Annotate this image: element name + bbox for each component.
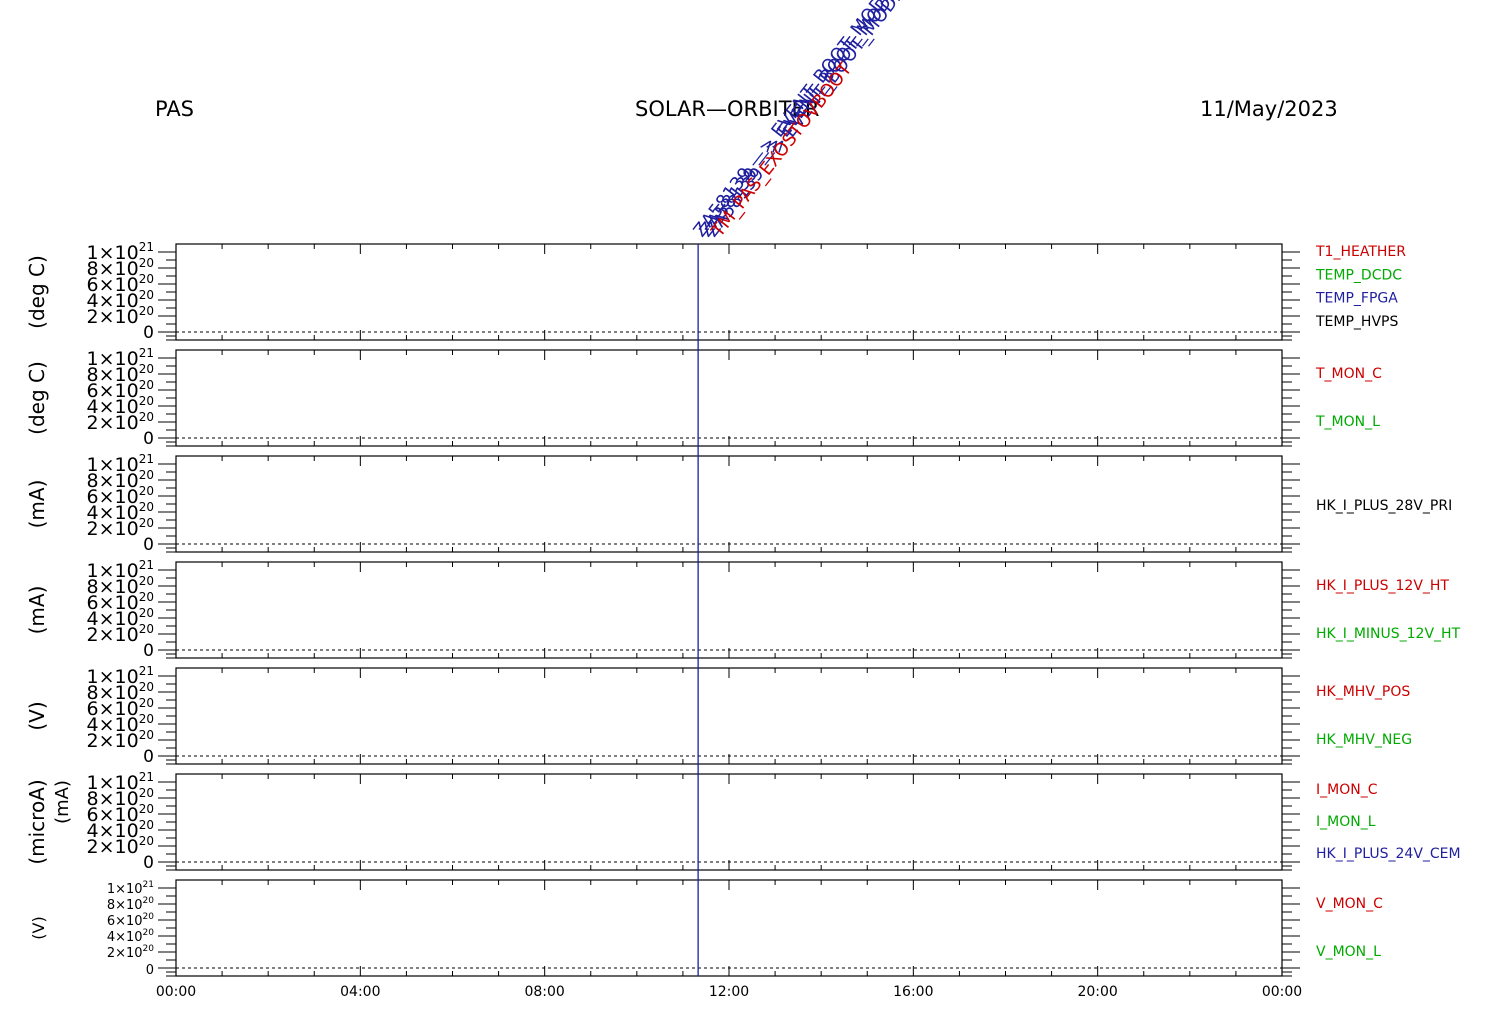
panel-5: 02×10204×10206×10208×10201×1021(V)HK_MHV… <box>25 664 1412 767</box>
y-tick-label: 0 <box>143 323 154 343</box>
y-tick-label: 2×1020 <box>107 944 154 961</box>
x-tick-label: 00:00 <box>1262 984 1302 1000</box>
x-tick-label: 20:00 <box>1077 984 1117 1000</box>
x-tick-label: 00:00 <box>156 984 196 1000</box>
series-label-hk-mhv-neg: HK_MHV_NEG <box>1316 732 1412 748</box>
y-axis-label: (deg C) <box>25 361 49 435</box>
y-tick-label: 0 <box>143 641 154 661</box>
panel-frame <box>175 667 1283 765</box>
x-tick-label: 04:00 <box>340 984 380 1000</box>
panel-frame <box>175 243 1283 341</box>
header-date: 11/May/2023 <box>1200 97 1338 121</box>
y-tick-label: 0 <box>143 747 154 767</box>
y-axis-label-secondary: (mA) <box>52 780 73 824</box>
x-tick-label: 08:00 <box>524 984 564 1000</box>
y-tick-label: 0 <box>143 853 154 873</box>
panel-frame <box>175 561 1283 659</box>
y-axis-label: (V) <box>29 916 48 939</box>
y-axis-label: (deg C) <box>25 255 49 329</box>
panel-frame <box>175 773 1283 871</box>
series-label-t-mon-l: T_MON_L <box>1315 414 1380 430</box>
panel-6: 02×10204×10206×10208×10201×1021(microA)(… <box>25 770 1461 873</box>
series-label-v-mon-c: V_MON_C <box>1316 896 1383 912</box>
series-label-hk-i-plus-28v-pri: HK_I_PLUS_28V_PRI <box>1316 498 1452 514</box>
y-tick-label: 8×1020 <box>107 896 154 913</box>
event-label: TM_PAS_EXOSTOVBOOT <box>707 58 857 242</box>
panel-3: 02×10204×10206×10208×10201×1021(mA) HK_I_… <box>25 452 1452 555</box>
series-label-hk-i-plus-12v-ht: HK_I_PLUS_12V_HT <box>1316 578 1449 594</box>
series-label-t1-heather: T1_HEATHER <box>1315 244 1406 260</box>
y-axis-label: (mA) <box>25 480 49 529</box>
panel-frame <box>175 879 1283 977</box>
series-label-v-mon-l: V_MON_L <box>1316 944 1381 960</box>
y-tick-label: 1×1021 <box>107 880 154 897</box>
y-axis-label: (microA) <box>25 779 49 864</box>
series-label-temp-dcdc: TEMP_DCDC <box>1315 267 1402 283</box>
y-axis-label: (V) <box>25 701 49 730</box>
y-tick-label: 0 <box>146 963 154 978</box>
y-tick-label: 4×1020 <box>107 928 154 945</box>
y-tick-label: 0 <box>143 535 154 555</box>
series-label-t-mon-c: T_MON_C <box>1315 366 1382 382</box>
y-tick-label: 0 <box>143 429 154 449</box>
series-label-hk-mhv-pos: HK_MHV_POS <box>1316 684 1410 700</box>
panel-7: 0 2×10204×10206×10208×10201×1021 (V) V_MON_… <box>29 879 1383 978</box>
series-label-hk-i-minus-12v-ht: HK_I_MINUS_12V_HT <box>1316 626 1461 642</box>
header-instrument: PAS <box>155 97 194 121</box>
chart-svg: PAS SOLAR—ORBITER 11/May/2023 02×10204×1… <box>25 0 1461 1000</box>
y-axis-label: (mA) <box>25 586 49 635</box>
x-tick-label: 12:00 <box>709 984 749 1000</box>
series-label-i-mon-l: I_MON_L <box>1316 814 1376 830</box>
series-label-temp-hvps: TEMP_HVPS <box>1315 314 1398 330</box>
panel-2: 02×10204×10206×10208×10201×1021(deg C) T_… <box>25 346 1382 449</box>
panel-frame <box>175 349 1283 447</box>
series-label-temp-fpga: TEMP_FPGA <box>1315 291 1398 307</box>
series-label-i-mon-c: I_MON_C <box>1316 782 1378 798</box>
panel-4: 02×10204×10206×10208×10201×1021(mA) HK_I_… <box>25 558 1461 661</box>
housekeeping-chart: PAS SOLAR—ORBITER 11/May/2023 0 2×1020 4×1… <box>0 0 1512 1020</box>
panel-1: 02×10204×10206×10208×10201×1021(deg C)T1… <box>25 240 1406 343</box>
x-tick-label: 16:00 <box>893 984 933 1000</box>
series-label-hk-i-plus-24v-cem: HK_I_PLUS_24V_CEM <box>1316 846 1461 862</box>
panel-frame <box>175 455 1283 553</box>
y-tick-label: 6×1020 <box>107 912 154 929</box>
